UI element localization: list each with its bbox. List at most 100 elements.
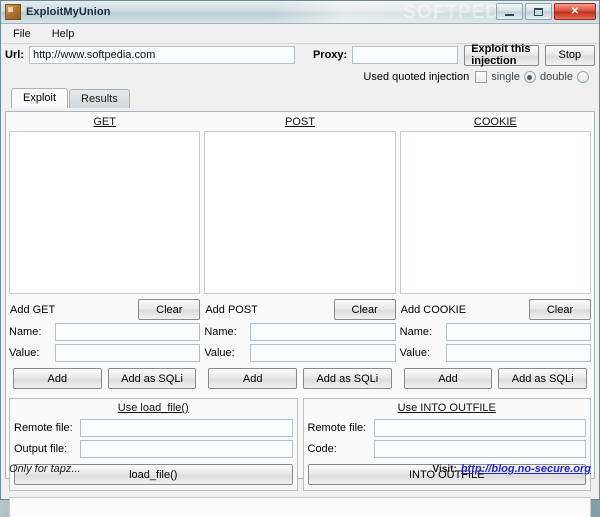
window-controls: ✕ xyxy=(496,3,596,20)
get-name-label: Name: xyxy=(9,326,42,338)
file-operations: Use load_file() Remote file: Output file… xyxy=(9,398,591,491)
outfile-remote-input[interactable] xyxy=(373,419,586,437)
exploit-tab-panel: GET Add GET Clear Name: Value: Add Add a… xyxy=(5,111,595,517)
cookie-button-row: Add Add as SQLi xyxy=(400,368,591,389)
post-value-input[interactable] xyxy=(250,344,396,362)
get-value-row: Value: xyxy=(9,344,201,362)
post-header: POST xyxy=(285,116,315,128)
post-button-row: Add Add as SQLi xyxy=(204,368,395,389)
window-title: ExploitMyUnion xyxy=(26,6,111,18)
cookie-column: COOKIE Add COOKIE Clear Name: Value: Add… xyxy=(399,115,591,389)
load-file-remote-input[interactable] xyxy=(80,419,293,437)
get-add-button[interactable]: Add xyxy=(13,368,102,389)
outfile-code-row: Code: xyxy=(307,440,586,458)
add-get-label: Add GET xyxy=(10,303,56,316)
post-name-row: Name: xyxy=(204,323,396,341)
title-bar-glow xyxy=(269,1,529,23)
connection-toolbar: Url: http://www.softpedia.com Proxy: Exp… xyxy=(5,43,595,67)
post-add-button[interactable]: Add xyxy=(208,368,297,389)
exploit-this-injection-button[interactable]: Exploit this injection xyxy=(464,43,539,67)
maximize-button[interactable] xyxy=(525,3,552,20)
post-value-row: Value: xyxy=(204,344,396,362)
minimize-button[interactable] xyxy=(496,3,523,20)
get-add-row: Add GET Clear xyxy=(9,299,201,320)
status-message: Only for tapz... xyxy=(9,463,81,475)
get-add-as-sqli-button[interactable]: Add as SQLi xyxy=(107,368,197,389)
post-column: POST Add POST Clear Name: Value: Add Add… xyxy=(204,115,396,389)
get-name-input[interactable] xyxy=(55,323,201,341)
into-outfile-header: Use INTO OUTFILE xyxy=(397,402,496,414)
get-clear-button[interactable]: Clear xyxy=(138,299,201,320)
load-file-output-label: Output file: xyxy=(14,443,68,455)
add-cookie-label: Add COOKIE xyxy=(400,303,467,316)
extra-quote-radio[interactable] xyxy=(577,71,589,83)
quoted-injection-checkbox[interactable] xyxy=(475,71,488,83)
output-area xyxy=(9,497,591,517)
post-name-label: Name: xyxy=(204,326,237,338)
cookie-value-row: Value: xyxy=(400,344,591,362)
load-file-output-row: Output file: xyxy=(14,440,293,458)
desktop-background: ExploitMyUnion SOFTPEDIA ✕ File Help Url… xyxy=(0,0,600,517)
add-post-label: Add POST xyxy=(205,303,258,316)
cookie-header: COOKIE xyxy=(473,116,517,128)
cookie-list[interactable] xyxy=(399,131,591,294)
get-column: GET Add GET Clear Name: Value: Add Add a… xyxy=(9,115,201,389)
get-value-label: Value: xyxy=(9,347,40,359)
get-button-row: Add Add as SQLi xyxy=(9,368,200,389)
post-clear-button[interactable]: Clear xyxy=(333,299,396,320)
single-quote-label: single xyxy=(491,71,520,83)
menu-item-help[interactable]: Help xyxy=(48,26,84,42)
blog-link[interactable]: http://blog.no-secure.org xyxy=(461,463,591,475)
menu-item-file[interactable]: File xyxy=(9,26,40,42)
post-add-row: Add POST Clear xyxy=(204,299,396,320)
tab-bar: Exploit Results xyxy=(5,88,595,108)
tab-exploit[interactable]: Exploit xyxy=(11,88,69,108)
client-area: Url: http://www.softpedia.com Proxy: Exp… xyxy=(5,43,595,517)
get-list[interactable] xyxy=(9,131,201,294)
outfile-code-input[interactable] xyxy=(373,440,586,458)
cookie-name-input[interactable] xyxy=(445,323,591,341)
status-visit: Visit: http://blog.no-secure.org xyxy=(433,463,591,475)
cookie-name-row: Name: xyxy=(400,323,591,341)
title-bar: ExploitMyUnion SOFTPEDIA ✕ xyxy=(1,1,599,24)
load-file-header: Use load_file() xyxy=(117,402,189,414)
load-file-remote-label: Remote file: xyxy=(14,422,73,434)
get-name-row: Name: xyxy=(9,323,201,341)
post-add-as-sqli-button[interactable]: Add as SQLi xyxy=(303,368,392,389)
status-bar: Only for tapz... Visit: http://blog.no-s… xyxy=(9,461,591,477)
load-file-remote-row: Remote file: xyxy=(14,419,293,437)
cookie-add-row: Add COOKIE Clear xyxy=(400,299,591,320)
cookie-add-button[interactable]: Add xyxy=(403,368,493,389)
post-value-label: Value: xyxy=(204,347,235,359)
cookie-value-input[interactable] xyxy=(445,344,591,362)
menu-bar: File Help xyxy=(1,24,599,44)
proxy-input[interactable] xyxy=(352,46,459,64)
tab-results[interactable]: Results xyxy=(69,89,130,108)
cookie-name-label: Name: xyxy=(399,326,433,338)
visit-label: Visit: xyxy=(432,463,457,475)
stop-button[interactable]: Stop xyxy=(544,44,595,66)
get-value-input[interactable] xyxy=(55,344,201,362)
cookie-add-as-sqli-button[interactable]: Add as SQLi xyxy=(498,368,587,389)
into-outfile-panel: Use INTO OUTFILE Remote file: Code: INTO… xyxy=(302,398,591,491)
double-quote-label: double xyxy=(539,71,573,83)
cookie-clear-button[interactable]: Clear xyxy=(528,299,591,320)
post-name-input[interactable] xyxy=(250,323,396,341)
load-file-output-input[interactable] xyxy=(80,440,293,458)
get-header: GET xyxy=(93,116,116,128)
outfile-code-label: Code: xyxy=(307,443,337,455)
application-window: ExploitMyUnion SOFTPEDIA ✕ File Help Url… xyxy=(0,0,600,517)
load-file-panel: Use load_file() Remote file: Output file… xyxy=(9,398,298,491)
double-quote-radio[interactable] xyxy=(523,71,536,83)
parameter-columns: GET Add GET Clear Name: Value: Add Add a… xyxy=(9,115,591,389)
app-icon xyxy=(5,4,21,20)
cookie-value-label: Value: xyxy=(399,347,431,359)
url-label: Url: xyxy=(5,49,24,61)
quoted-injection-label: Used quoted injection xyxy=(363,71,470,83)
outfile-remote-row: Remote file: xyxy=(308,419,586,437)
url-input[interactable]: http://www.softpedia.com xyxy=(28,46,295,64)
post-list[interactable] xyxy=(204,131,396,294)
proxy-label: Proxy: xyxy=(312,49,348,61)
quoted-injection-options: www.softpedia.com Used quoted injection … xyxy=(5,69,595,121)
close-button[interactable]: ✕ xyxy=(554,3,596,20)
